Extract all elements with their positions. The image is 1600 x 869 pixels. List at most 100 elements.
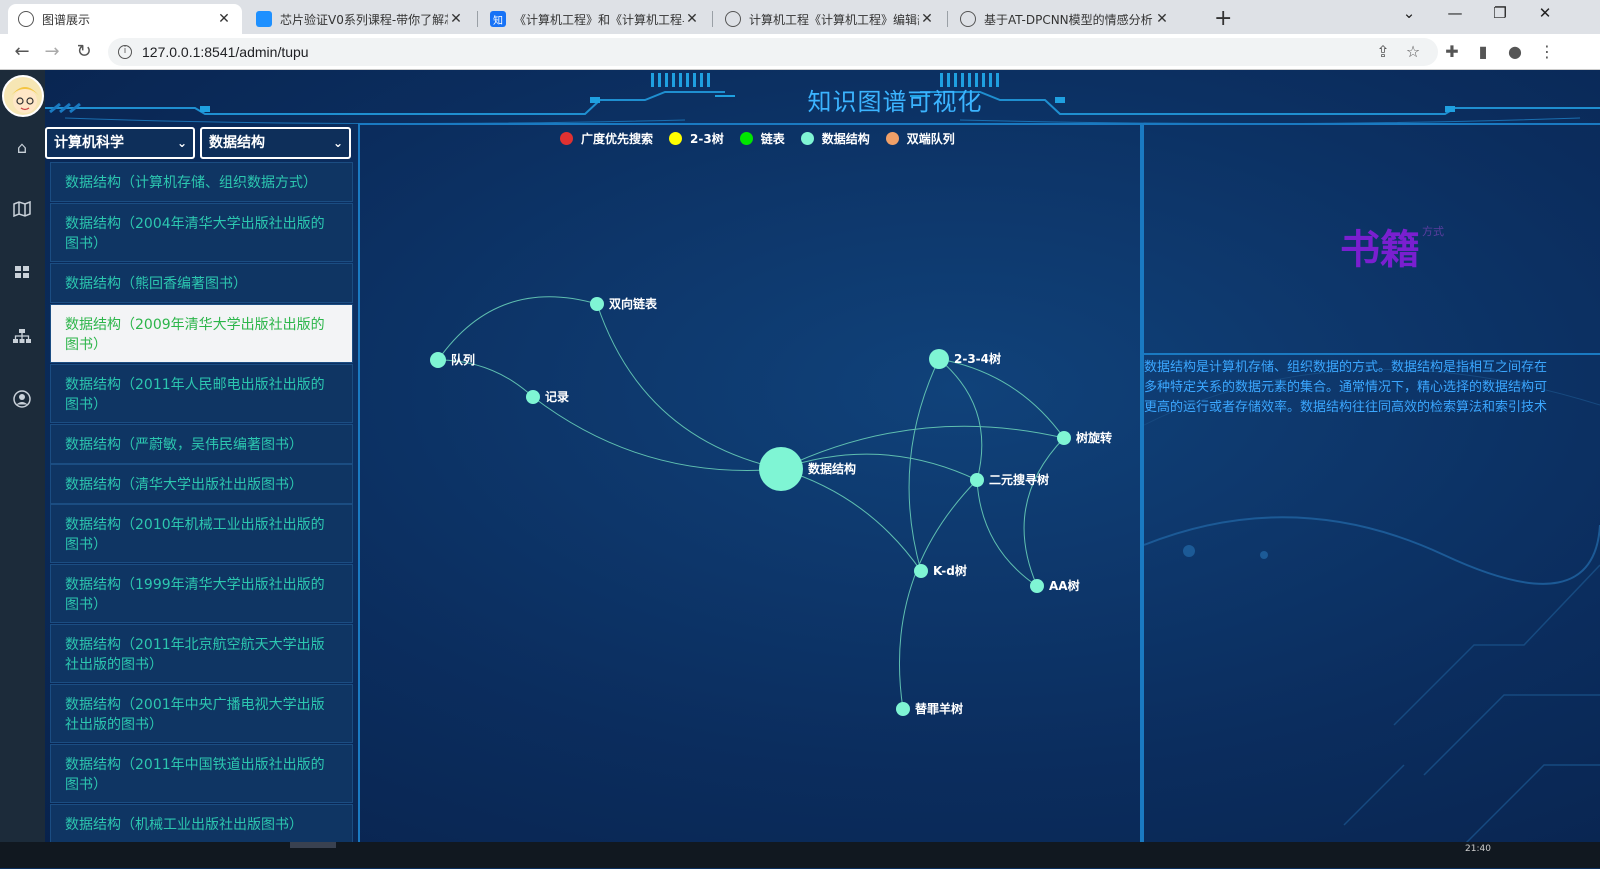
tab-divider <box>477 11 478 27</box>
detail-description: 数据结构是计算机存储、组织数据的方式。数据结构是指相互之间存在 多种特定关系的数… <box>1144 358 1600 418</box>
list-item[interactable]: 数据结构（2001年中央广播电视大学出版社出版的图书） <box>50 684 353 743</box>
reload-icon[interactable]: ↻ <box>72 41 96 62</box>
legend-label: 双端队列 <box>906 131 955 146</box>
subject-select-value: 计算机科学 <box>54 135 124 151</box>
graph-node-rot[interactable] <box>1057 431 1071 445</box>
graph-edge <box>437 296 598 361</box>
course-select[interactable]: 数据结构 ⌄ <box>200 127 351 159</box>
legend-dot <box>885 131 899 145</box>
left-nav: ⌂ <box>0 70 45 868</box>
graph-node-label: K-d树 <box>933 563 967 578</box>
back-icon[interactable]: ← <box>10 41 34 62</box>
list-item[interactable]: 数据结构（清华大学出版社出版图书） <box>50 464 353 504</box>
tab-1[interactable]: 芯片验证V0系列课程-带你了解芯 ✕ <box>246 4 474 34</box>
maximize-button[interactable]: ❐ <box>1485 4 1515 22</box>
minimize-button[interactable]: — <box>1440 4 1470 22</box>
graph-node-label: 替罪羊树 <box>915 701 963 716</box>
tab-0[interactable]: 图谱展示 ✕ <box>8 4 242 34</box>
subject-select[interactable]: 计算机科学 ⌄ <box>45 127 195 159</box>
detail-subtitle: 方式 <box>1422 225 1444 238</box>
legend-label: 链表 <box>760 131 785 146</box>
legend-dot <box>560 131 573 145</box>
description-line: 更高的运行或者存储效率。数据结构往往同高效的检索算法和索引技术 <box>1144 400 1548 415</box>
graph-edge <box>596 303 782 470</box>
chevron-down-icon: ⌄ <box>332 136 343 150</box>
home-icon[interactable]: ⌂ <box>10 136 34 160</box>
graph-node-dll[interactable] <box>590 297 604 311</box>
legend-dot <box>739 131 753 145</box>
knowledge-graph[interactable]: 数据结构 队列 双向链表记录 2-3-4树树旋转二元搜寻树 K-d树 AA树替罪羊树 <box>360 149 1140 869</box>
legend-item[interactable]: 双端队列 <box>885 130 955 147</box>
legend-item[interactable]: 2-3树 <box>669 130 724 147</box>
list-item-active[interactable]: 数据结构（2009年清华大学出版社出版的图书） <box>50 304 353 363</box>
close-icon[interactable]: ✕ <box>684 11 700 27</box>
profile-icon[interactable]: ● <box>1504 42 1526 61</box>
list-item[interactable]: 数据结构（2004年清华大学出版社出版的图书） <box>50 203 353 262</box>
close-icon[interactable]: ✕ <box>1154 11 1170 27</box>
share-icon[interactable]: ⇪ <box>1372 42 1394 61</box>
browser-tab-bar: 图谱展示 ✕ 芯片验证V0系列课程-带你了解芯 ✕ 知 《计算机工程》和《计算机… <box>0 0 1600 34</box>
chevron-down-icon: ⌄ <box>176 136 187 150</box>
sitemap-icon[interactable] <box>10 327 34 351</box>
legend-item[interactable]: 链表 <box>739 130 785 147</box>
graph-edge <box>908 358 940 572</box>
list-item[interactable]: 数据结构（1999年清华大学出版社出版的图书） <box>50 564 353 623</box>
course-select-value: 数据结构 <box>209 135 265 151</box>
tab-search-icon[interactable]: ⌄ <box>1394 4 1424 22</box>
extensions-icon[interactable]: ✚ <box>1441 42 1463 61</box>
list-item[interactable]: 数据结构（2011年北京航空航天大学出版社出版的图书） <box>50 624 353 683</box>
graph-edge <box>780 468 922 572</box>
graph-edge <box>532 396 782 471</box>
graph-node-label: 树旋转 <box>1076 430 1112 445</box>
graph-node-queue[interactable] <box>430 352 446 368</box>
app-root: ⌂ 知识图谱可视化 计算机科学 ⌄ 数据结构 ⌄ 数据结构（计算机存储、组织数据… <box>0 70 1600 868</box>
description-line: 数据结构是计算机存储、组织数据的方式。数据结构是指相互之间存在 <box>1144 360 1548 375</box>
list-item[interactable]: 数据结构（机械工业出版社出版图书） <box>50 804 353 844</box>
page-title: 知识图谱可视化 <box>807 88 983 116</box>
taskbar-item[interactable] <box>290 842 336 848</box>
avatar[interactable] <box>2 75 44 117</box>
graph-edge <box>938 358 983 481</box>
graph-node-t234[interactable] <box>929 349 949 369</box>
map-icon[interactable] <box>10 200 34 224</box>
graph-node-kd[interactable] <box>914 564 928 578</box>
graph-node-label: 双向链表 <box>609 296 658 311</box>
close-icon[interactable]: ✕ <box>919 11 935 27</box>
globe-icon <box>725 11 741 27</box>
list-item[interactable]: 数据结构（2011年中国铁道出版社出版的图书） <box>50 744 353 803</box>
graph-node-bst[interactable] <box>970 473 984 487</box>
description-line: 多种特定关系的数据元素的集合。通常情况下，精心选择的数据结构可 <box>1144 380 1548 395</box>
graph-node-scape[interactable] <box>896 702 910 716</box>
sidepanel-icon[interactable]: ▮ <box>1472 42 1494 61</box>
list-item[interactable]: 数据结构（2011年人民邮电出版社出版的图书） <box>50 364 353 423</box>
menu-icon[interactable]: ⋮ <box>1536 42 1558 61</box>
close-icon[interactable]: ✕ <box>216 11 232 27</box>
url-field[interactable]: i 127.0.0.1:8541/admin/tupu <box>108 38 1438 66</box>
tab-3[interactable]: 计算机工程《计算机工程》编辑部 ✕ <box>715 4 945 34</box>
list-item[interactable]: 数据结构（计算机存储、组织数据方式） <box>50 162 353 202</box>
tab-4[interactable]: 基于AT-DPCNN模型的情感分析 ✕ <box>950 4 1180 34</box>
close-icon[interactable]: ✕ <box>448 11 464 27</box>
taskbar: 21:40 <box>0 842 1600 868</box>
book-list: 数据结构（计算机存储、组织数据方式） 数据结构（2004年清华大学出版社出版的图… <box>45 162 357 868</box>
tab-2[interactable]: 知 《计算机工程》和《计算机工程与 ✕ <box>480 4 710 34</box>
star-icon[interactable]: ☆ <box>1402 42 1424 61</box>
forward-icon[interactable]: → <box>40 41 64 62</box>
close-window-button[interactable]: ✕ <box>1530 4 1560 22</box>
graph-node-root[interactable] <box>759 447 803 491</box>
new-tab-button[interactable]: + <box>1214 6 1232 31</box>
user-circle-icon[interactable] <box>10 390 34 414</box>
list-item[interactable]: 数据结构（2010年机械工业出版社出版的图书） <box>50 504 353 563</box>
legend-item[interactable]: 数据结构 <box>800 130 870 147</box>
detail-panel: 书籍 方式 数据结构是计算机存储、组织数据的方式。数据结构是指相互之间存在 多种… <box>1142 123 1600 868</box>
info-icon[interactable]: i <box>118 45 132 59</box>
graph-node-aa[interactable] <box>1030 579 1044 593</box>
graph-node-record[interactable] <box>526 390 540 404</box>
list-item[interactable]: 数据结构（严蔚敏，吴伟民编著图书） <box>50 424 353 464</box>
list-item[interactable]: 数据结构（熊回香编著图书） <box>50 263 353 303</box>
graph-edge <box>1023 437 1065 587</box>
bilibili-icon <box>256 11 272 27</box>
url-text: 127.0.0.1:8541/admin/tupu <box>142 44 309 60</box>
legend-item[interactable]: 广度优先搜索 <box>560 130 653 147</box>
grid-icon[interactable] <box>10 263 34 287</box>
